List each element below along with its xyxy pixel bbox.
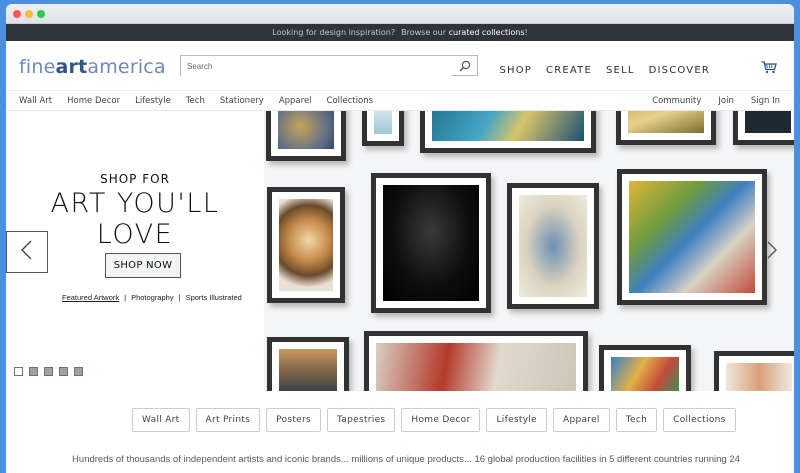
search-icon[interactable] [459,59,471,77]
artwork-frame[interactable] [266,111,346,161]
carousel-dot-4[interactable] [59,367,68,376]
logo-part-fine: fine [19,56,56,78]
curated-collections-link[interactable]: curated collections [449,28,525,37]
promo-prefix: Browse our [401,28,447,37]
artwork-frame[interactable] [364,331,588,391]
tag-collections[interactable]: Collections [663,408,736,432]
subnav-apparel[interactable]: Apparel [279,96,312,106]
subnav-lifestyle[interactable]: Lifestyle [135,96,171,106]
carousel-prev-button[interactable] [6,231,48,273]
chevron-right-icon [766,241,778,264]
minimize-window-button[interactable] [25,10,33,18]
search-input[interactable] [181,57,451,76]
artwork-frame[interactable] [267,337,349,391]
subnav-tech[interactable]: Tech [186,96,205,106]
carousel-dot-1[interactable] [14,367,23,376]
artwork-frame[interactable] [714,351,794,391]
tag-home-decor[interactable]: Home Decor [401,408,481,432]
tag-posters[interactable]: Posters [266,408,321,432]
site-logo[interactable]: fineartamerica [19,56,166,78]
photography-link[interactable]: Photography [131,293,174,302]
subnav-wall-art[interactable]: Wall Art [19,96,52,106]
category-tags: Wall Art Art Prints Posters Tapestries H… [132,408,736,432]
shop-now-button[interactable]: SHOP NOW [105,253,181,278]
promo-bar: Looking for design inspiration? Browse o… [6,24,794,41]
tag-apparel[interactable]: Apparel [553,408,610,432]
nav-discover[interactable]: DISCOVER [649,65,710,76]
community-link[interactable]: Community [652,96,701,106]
carousel-dot-3[interactable] [44,367,53,376]
shopping-cart-icon[interactable] [761,61,777,79]
artwork-frame[interactable] [599,345,691,391]
artwork-frame[interactable] [507,183,599,309]
window-titlebar [6,4,794,24]
sign-in-link[interactable]: Sign In [751,96,780,106]
subnav-stationery[interactable]: Stationery [220,96,264,106]
tag-tapestries[interactable]: Tapestries [327,408,396,432]
site-header: fineartamerica SHOP CREATE SELL DISCOVER [6,41,794,91]
link-separator: | [178,293,181,302]
nav-create[interactable]: CREATE [546,65,592,76]
site-description: Hundreds of thousands of independent art… [72,454,740,465]
hero-links: Featured Artwork | Photography | Sports … [62,293,242,302]
main-nav: SHOP CREATE SELL DISCOVER [499,65,710,76]
subnav-collections[interactable]: Collections [327,96,373,106]
carousel-dot-5[interactable] [74,367,83,376]
hero-carousel: SHOP FOR ART YOU'LL LOVE SHOP NOW Featur… [6,111,794,391]
artwork-frame[interactable] [617,169,767,305]
join-link[interactable]: Join [718,96,733,106]
artwork-frame[interactable] [420,111,596,153]
search-box [180,55,478,76]
category-nav: Wall Art Home Decor Lifestyle Tech Stati… [6,91,794,111]
nav-sell[interactable]: SELL [606,65,635,76]
hero-eyebrow: SHOP FOR [100,172,170,186]
carousel-next-button[interactable] [762,239,782,265]
browser-window: Looking for design inspiration? Browse o… [6,4,794,473]
artwork-frame[interactable] [371,173,491,313]
close-window-button[interactable] [13,10,21,18]
tag-lifestyle[interactable]: Lifestyle [486,408,547,432]
artwork-frame[interactable] [267,187,345,303]
link-separator: | [124,293,127,302]
tag-tech[interactable]: Tech [615,408,658,432]
artwork-frame[interactable] [362,111,404,146]
chevron-left-icon [20,240,34,265]
tag-art-prints[interactable]: Art Prints [195,408,261,432]
sports-illustrated-link[interactable]: Sports Illustrated [186,293,242,302]
logo-part-art: art [55,56,88,78]
artwork-frame[interactable] [733,111,794,145]
carousel-dot-2[interactable] [29,367,38,376]
logo-part-america: america [87,56,166,78]
carousel-dots [14,367,83,376]
promo-text-prefix: Browse our curated collections! [401,28,528,37]
promo-text: Looking for design inspiration? [272,28,396,37]
tag-wall-art[interactable]: Wall Art [132,408,190,432]
maximize-window-button[interactable] [37,10,45,18]
subnav-home-decor[interactable]: Home Decor [67,96,120,106]
hero-headline-line1: ART YOU'LL [50,188,220,219]
nav-shop[interactable]: SHOP [499,65,532,76]
featured-artwork-link[interactable]: Featured Artwork [62,293,119,302]
promo-suffix: ! [524,28,528,37]
artwork-frame[interactable] [616,111,716,145]
